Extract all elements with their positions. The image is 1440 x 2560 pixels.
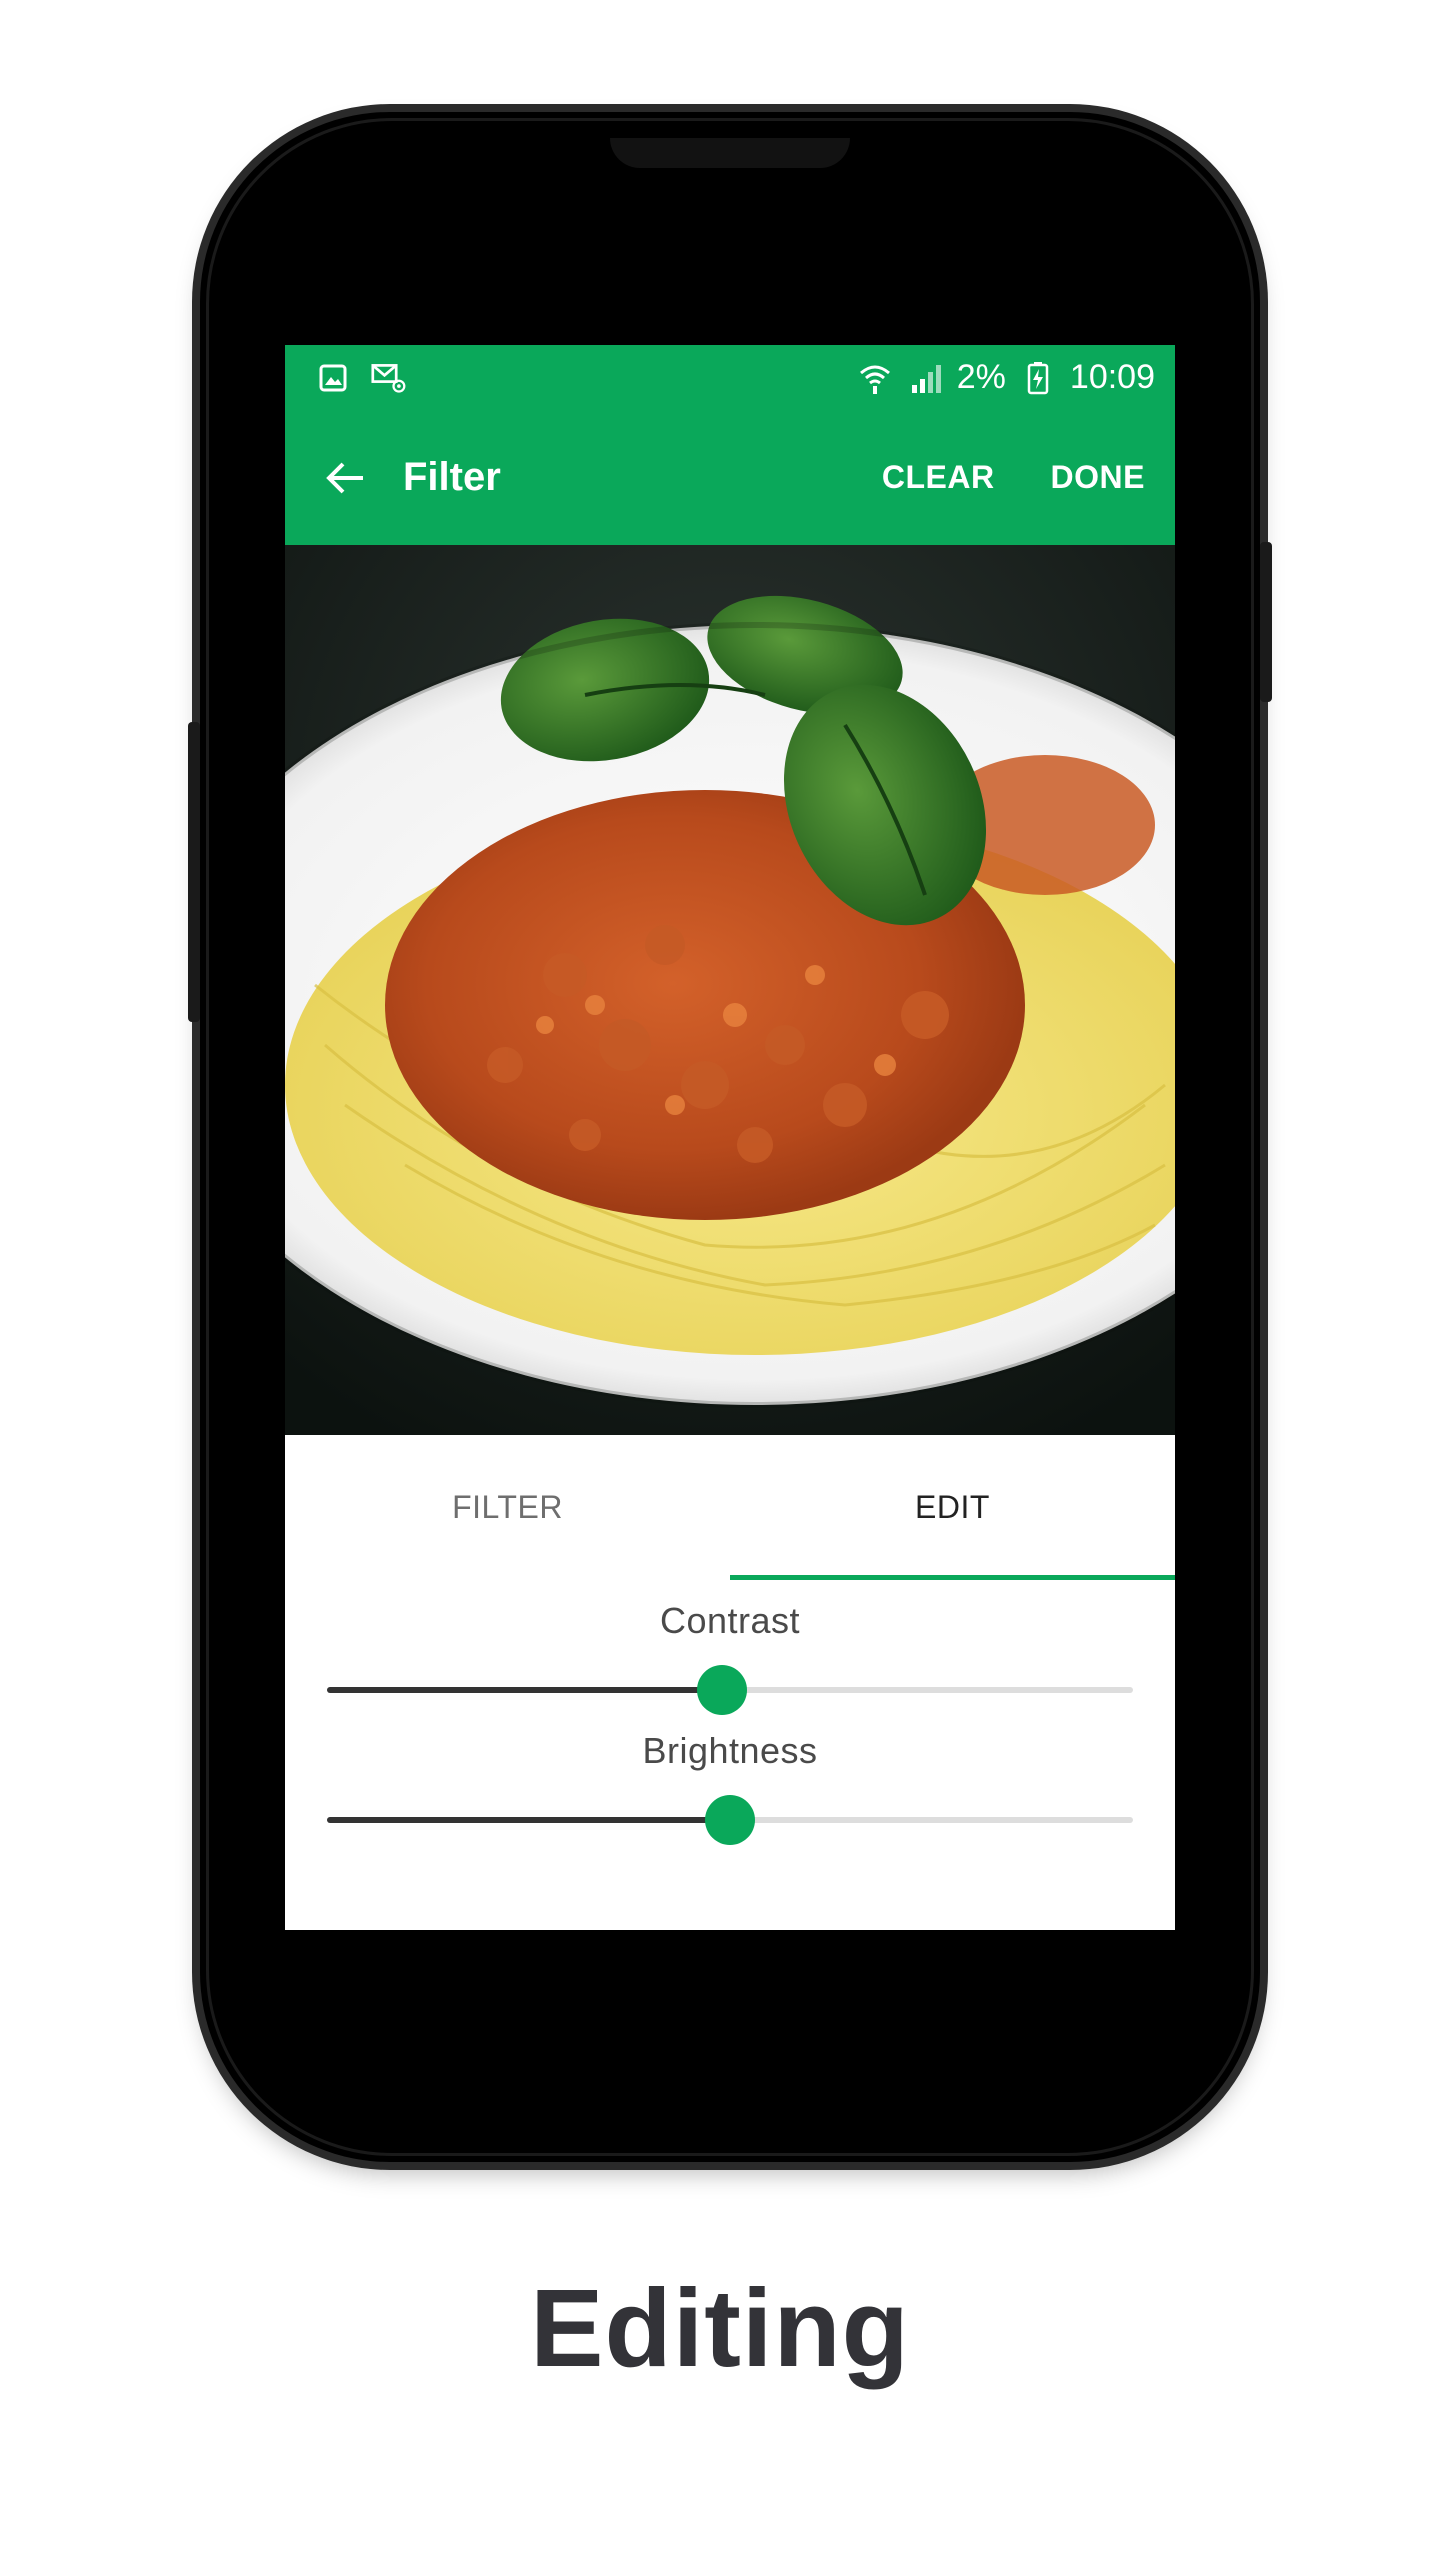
slider-thumb[interactable] <box>705 1795 755 1845</box>
slider-fill <box>327 1817 730 1823</box>
photo-preview <box>285 545 1175 1435</box>
back-arrow-icon[interactable] <box>315 448 375 508</box>
slider-fill <box>327 1687 722 1693</box>
wifi-icon <box>857 360 893 396</box>
tab-filter[interactable]: FILTER <box>285 1435 730 1580</box>
signal-icon <box>907 360 943 396</box>
phone-speaker <box>610 138 850 168</box>
battery-percentage: 2% <box>956 358 1006 396</box>
battery-charging-icon <box>1020 360 1056 396</box>
screen-title: Filter <box>403 455 501 499</box>
spaghetti-photo <box>285 545 1175 1435</box>
edit-panel: Contrast Brightness <box>285 1580 1175 1930</box>
screenshot-caption: Editing <box>530 2267 910 2390</box>
slider-thumb[interactable] <box>696 1665 747 1715</box>
status-right: 2% 10:09 <box>857 358 1155 397</box>
brightness-slider[interactable] <box>327 1795 1133 1845</box>
clear-button[interactable]: CLEAR <box>882 459 995 496</box>
phone-screen: 2% 10:09 Filter CLEAR DONE FILTER EDIT C… <box>285 345 1175 1930</box>
tab-edit[interactable]: EDIT <box>730 1435 1175 1580</box>
brightness-label: Brightness <box>642 1730 818 1771</box>
app-bar: Filter CLEAR DONE <box>285 410 1175 545</box>
gallery-icon <box>315 360 351 396</box>
contrast-label: Contrast <box>659 1600 801 1641</box>
volume-button <box>188 722 200 1022</box>
status-left <box>315 360 407 396</box>
status-bar: 2% 10:09 <box>285 345 1175 410</box>
status-time: 10:09 <box>1069 358 1155 396</box>
contrast-slider[interactable] <box>327 1665 1133 1715</box>
email-notification-icon <box>371 360 407 396</box>
power-button <box>1260 542 1272 702</box>
editor-tabs: FILTER EDIT <box>285 1435 1175 1580</box>
done-button[interactable]: DONE <box>1051 459 1145 496</box>
